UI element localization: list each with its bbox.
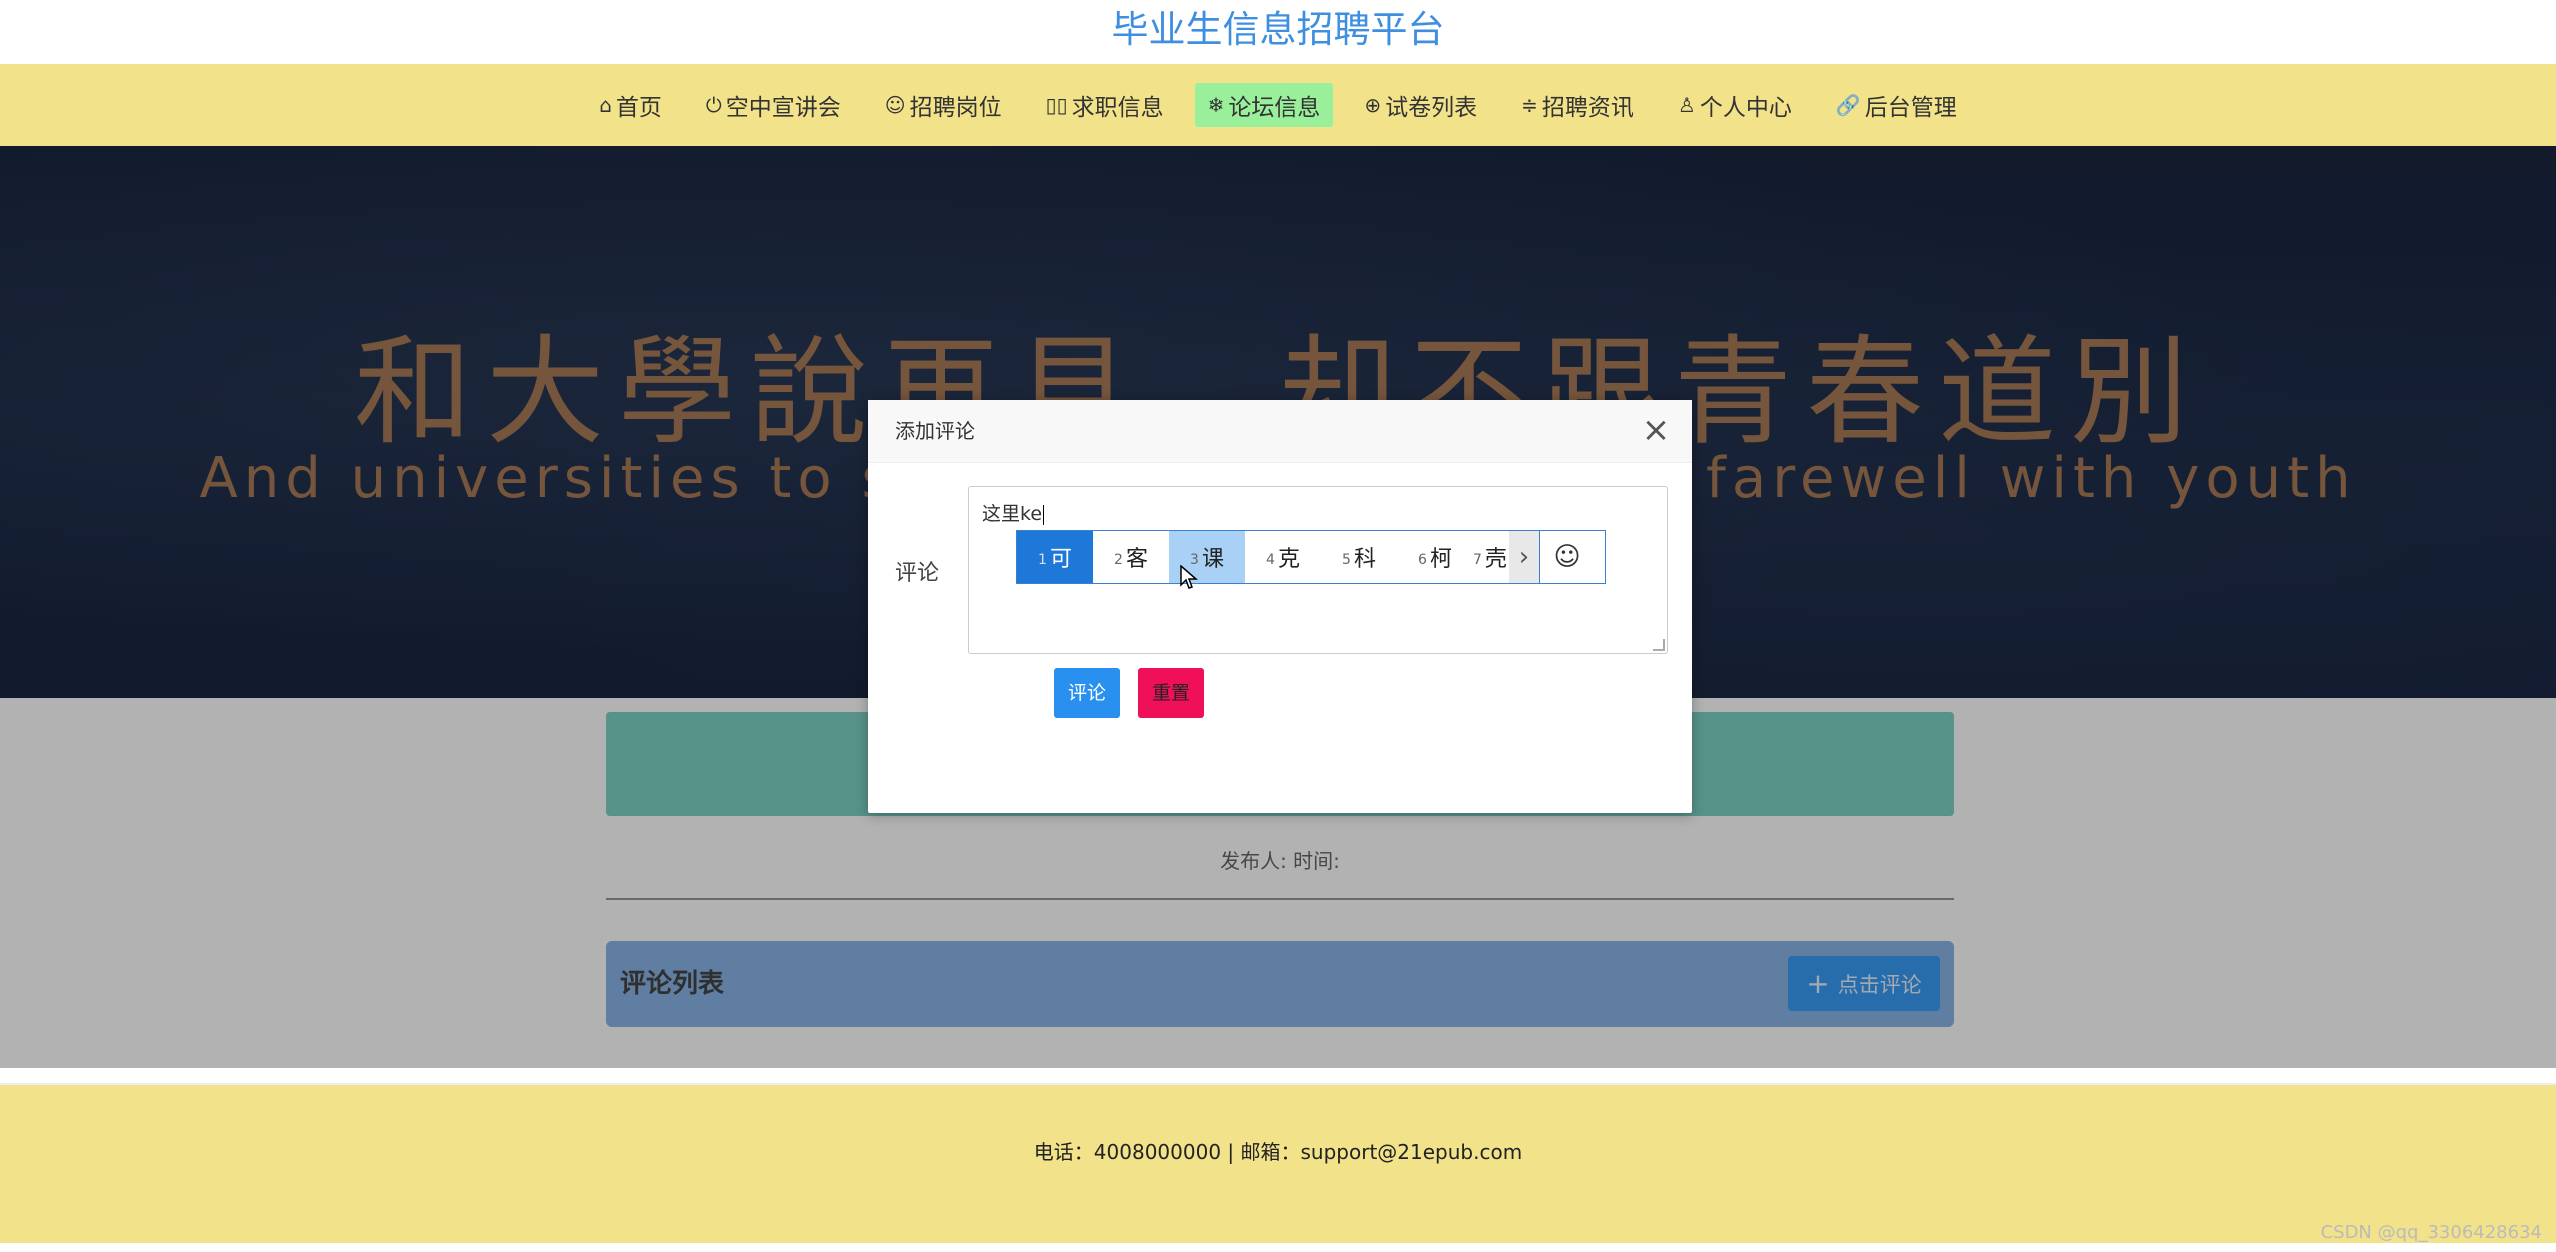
close-icon[interactable]: ×: [1638, 412, 1674, 448]
emoji-icon[interactable]: ☺: [1539, 531, 1594, 583]
ime-candidate-text: 科: [1353, 547, 1376, 572]
nav-item-label: 论坛信息: [1228, 95, 1321, 121]
comment-field-label: 评论: [895, 561, 940, 586]
ime-candidate[interactable]: 7壳: [1473, 531, 1509, 583]
nav-item-label: 后台管理: [1864, 95, 1957, 121]
power-icon: ⏻: [705, 93, 722, 117]
nav-item-2[interactable]: ☺ 招聘岗位: [872, 83, 1015, 127]
ime-candidate-number: 2: [1114, 552, 1123, 568]
nav-item-label: 首页: [615, 95, 662, 121]
resize-handle-icon[interactable]: [1653, 639, 1665, 651]
ime-candidate-window: 1 可 2 客 3 课 4 克 5 科 6 柯 7 壳 › ☺: [1016, 530, 1606, 584]
nav-item-8[interactable]: 🔗 后台管理: [1823, 83, 1970, 127]
submit-comment-button[interactable]: 评论: [1054, 668, 1120, 718]
ime-candidate-text: 客: [1125, 547, 1148, 572]
ime-candidate-number: 4: [1266, 552, 1275, 568]
nav-item-1[interactable]: ⏻ 空中宣讲会: [693, 83, 854, 127]
ime-candidate-text: 克: [1277, 547, 1300, 572]
ime-candidate[interactable]: 1可: [1017, 531, 1093, 583]
dialog-title: 添加评论: [895, 419, 975, 443]
nav-item-7[interactable]: ♙ 个人中心: [1665, 83, 1805, 127]
nav-item-3[interactable]: ▯▯ 求职信息: [1033, 83, 1177, 127]
nav-item-label: 空中宣讲会: [725, 95, 841, 121]
nav-item-4[interactable]: ❄ 论坛信息: [1194, 83, 1334, 127]
sliders-icon: ≑: [1521, 93, 1538, 117]
ime-candidate[interactable]: 4克: [1245, 531, 1321, 583]
top-nav: ⌂ 首页 ⏻ 空中宣讲会 ☺ 招聘岗位 ▯▯ 求职信息 ❄ 论坛信息 ⊕ 试卷列表 ≑ 招聘资讯 ♙ 个人中心…: [0, 64, 2556, 146]
nav-item-label: 试卷列表: [1385, 95, 1478, 121]
ime-candidate-number: 6: [1418, 552, 1427, 568]
site-title: 毕业生信息招聘平台: [1111, 8, 1445, 51]
ime-candidate-number: 1: [1038, 552, 1047, 568]
snowflake-icon: ❄: [1207, 93, 1225, 117]
comment-text-value: 这里ke: [982, 503, 1043, 525]
nav-item-6[interactable]: ≑ 招聘资讯: [1508, 83, 1647, 127]
reset-button[interactable]: 重置: [1138, 668, 1204, 718]
nav-list: ⌂ 首页 ⏻ 空中宣讲会 ☺ 招聘岗位 ▯▯ 求职信息 ❄ 论坛信息 ⊕ 试卷列表 ≑ 招聘资讯 ♙ 个人中心…: [0, 64, 2556, 146]
mouse-cursor-icon: [1180, 565, 1198, 589]
nav-item-label: 个人中心: [1699, 95, 1792, 121]
watermark: CSDN @qq_3306428634: [2320, 1222, 2542, 1243]
ime-candidate-text: 可: [1049, 547, 1072, 572]
footer: 电话：4008000000 | 邮箱：support@21epub.com: [0, 1083, 2556, 1243]
footer-contact: 电话：4008000000 | 邮箱：support@21epub.com: [1033, 1140, 1523, 1164]
ime-candidate-number: 5: [1342, 552, 1351, 568]
ime-candidate[interactable]: 2客: [1093, 531, 1169, 583]
ime-candidate[interactable]: 6柯: [1397, 531, 1473, 583]
nav-item-5[interactable]: ⊕ 试卷列表: [1351, 83, 1490, 127]
ime-candidate-text: 柯: [1429, 547, 1452, 572]
add-comment-dialog: 添加评论 × 评论 这里ke 评论 重置: [868, 400, 1692, 813]
globe-icon: ⊕: [1364, 93, 1382, 117]
face-icon: ☺: [884, 93, 906, 117]
columns-icon: ▯▯: [1045, 93, 1068, 117]
nav-item-0[interactable]: ⌂ 首页: [586, 83, 675, 127]
user-icon: ♙: [1677, 93, 1696, 117]
nav-item-label: 招聘岗位: [909, 95, 1002, 121]
link-icon: 🔗: [1835, 93, 1861, 117]
home-icon: ⌂: [599, 93, 612, 117]
text-caret: [1043, 504, 1045, 525]
dialog-header: 添加评论 ×: [868, 400, 1692, 463]
ime-candidate[interactable]: 5科: [1321, 531, 1397, 583]
ime-candidate-text: 课: [1201, 547, 1224, 572]
ime-candidate-number: 7: [1473, 552, 1482, 568]
chevron-right-icon[interactable]: ›: [1509, 531, 1539, 583]
ime-candidate-text: 壳: [1484, 547, 1507, 572]
nav-item-label: 求职信息: [1071, 95, 1164, 121]
nav-item-label: 招聘资讯: [1541, 95, 1634, 121]
